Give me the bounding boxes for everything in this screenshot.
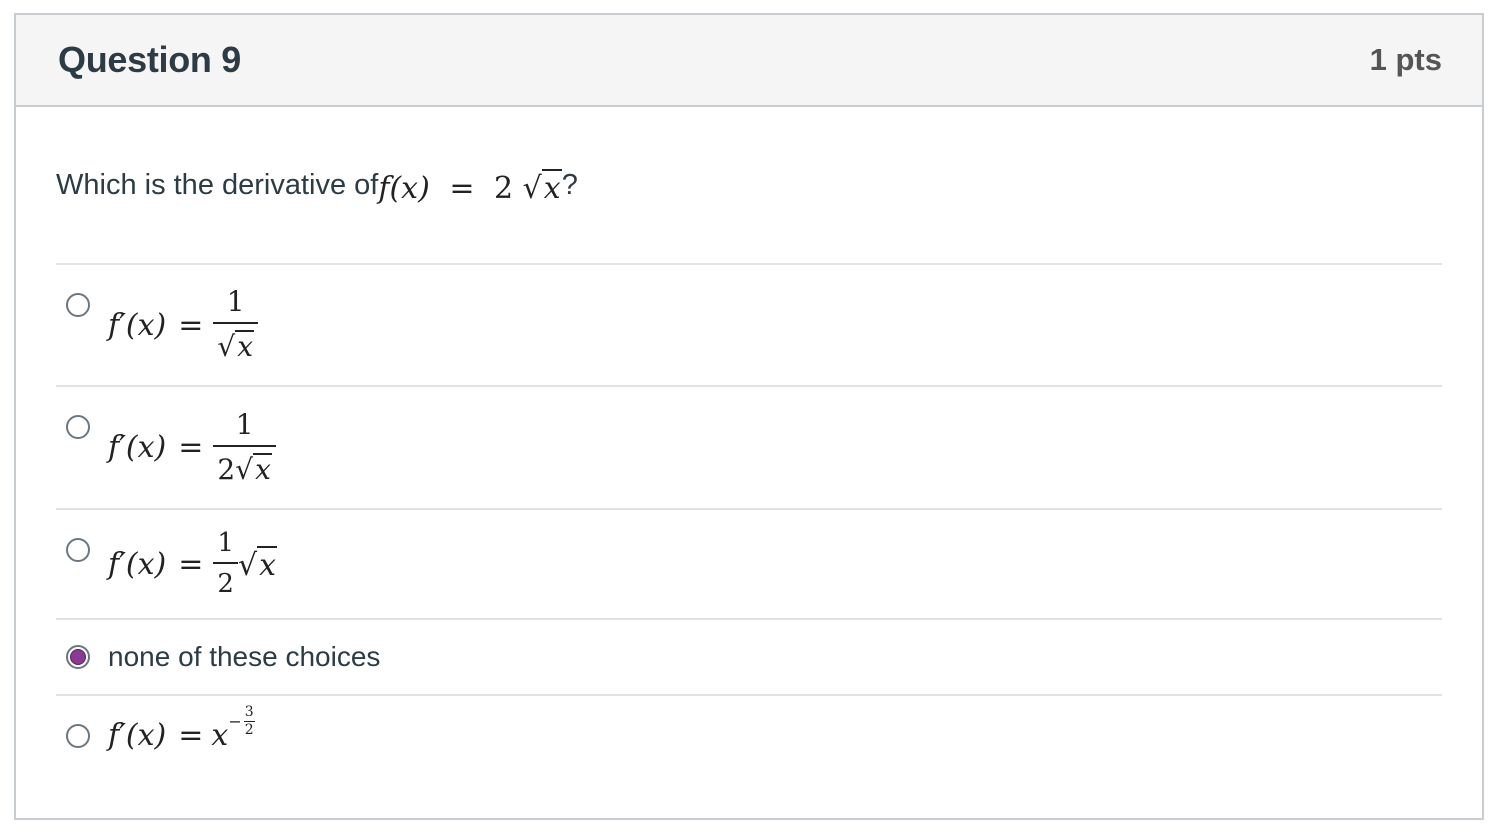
prompt-equals: = [449,171,475,206]
answer-equals-1: = [178,307,204,343]
answer-radio-3[interactable] [66,538,90,562]
prompt-function: f(x) [378,171,430,206]
answer-exponent-fraction-5: 3 2 [243,703,255,739]
question-title: Question 9 [58,39,242,80]
answer-radio-1[interactable] [66,293,90,317]
answer-lhs-5: f′(x) [108,718,167,753]
answer-denominator-1: √ x [213,322,259,363]
answer-numerator-2: 1 [235,407,254,441]
answer-equals-2: = [178,430,204,465]
answer-formula-5: f′(x) = x − 3 2 [108,704,255,753]
prompt-formula: f(x) = 2 √ x [378,169,562,206]
prompt-radicand: x [541,169,562,206]
answer-sqrt-3: √ x [237,545,277,583]
answer-lhs-1: f′(x) [108,307,167,343]
answer-fraction-2: 1 2 √ x [213,407,276,486]
answer-option-4[interactable]: none of these choices [56,618,1442,694]
question-points: 1 pts [1369,42,1442,77]
answer-lhs-2: f′(x) [108,430,167,465]
answer-base-5: x [211,718,229,753]
answer-option-5[interactable]: f′(x) = x − 3 2 [56,694,1442,784]
answer-denominator-3: 2 [213,562,238,599]
radio-selected-dot [70,649,86,665]
answer-denominator-2: 2 √ x [213,444,276,486]
answer-option-1[interactable]: f′(x) = 1 √ x [56,263,1442,385]
answer-lhs-3: f′(x) [108,546,167,582]
answer-text-4: none of these choices [108,641,381,672]
answer-option-2[interactable]: f′(x) = 1 2 √ x [56,385,1442,508]
answer-numerator-1: 1 [226,285,245,319]
answer-radicand-3: x [257,545,277,583]
answer-formula-1: f′(x) = 1 √ x [108,285,259,363]
answer-equals-5: = [178,718,204,753]
answer-den-coefficient-2: 2 [217,452,236,486]
prompt-text: Which is the derivative of [56,169,379,201]
answer-radicand-2: x [253,452,272,486]
prompt-coefficient: 2 [494,171,514,206]
answer-radio-5[interactable] [66,724,90,748]
answer-exponent-5: − 3 2 [228,703,255,739]
answer-option-3[interactable]: f′(x) = 1 2 √ x [56,508,1442,618]
answer-formula-3: f′(x) = 1 2 √ x [108,529,277,598]
question-body: Which is the derivative of f(x) = 2 √ x ?… [16,169,1482,784]
answer-exponent-denominator-5: 2 [243,721,255,738]
answer-fraction-1: 1 √ x [213,285,259,363]
prompt-question-mark: ? [561,169,578,201]
answer-radio-2[interactable] [66,415,90,439]
answer-equals-3: = [178,546,204,582]
answer-exponent-sign-5: − [228,712,242,731]
answer-numerator-3: 1 [217,528,234,559]
answer-exponent-numerator-5: 3 [244,703,254,720]
question-prompt: Which is the derivative of f(x) = 2 √ x ? [56,169,1442,263]
question-card: Question 9 1 pts Which is the derivative… [14,13,1484,820]
answer-formula-2: f′(x) = 1 2 √ x [108,407,276,486]
answer-radicand-1: x [235,330,255,363]
answer-fraction-3: 1 2 [213,529,238,598]
answer-radio-4-selected[interactable] [66,645,90,669]
prompt-sqrt: √ x [522,169,562,206]
question-header: Question 9 1 pts [16,15,1482,107]
